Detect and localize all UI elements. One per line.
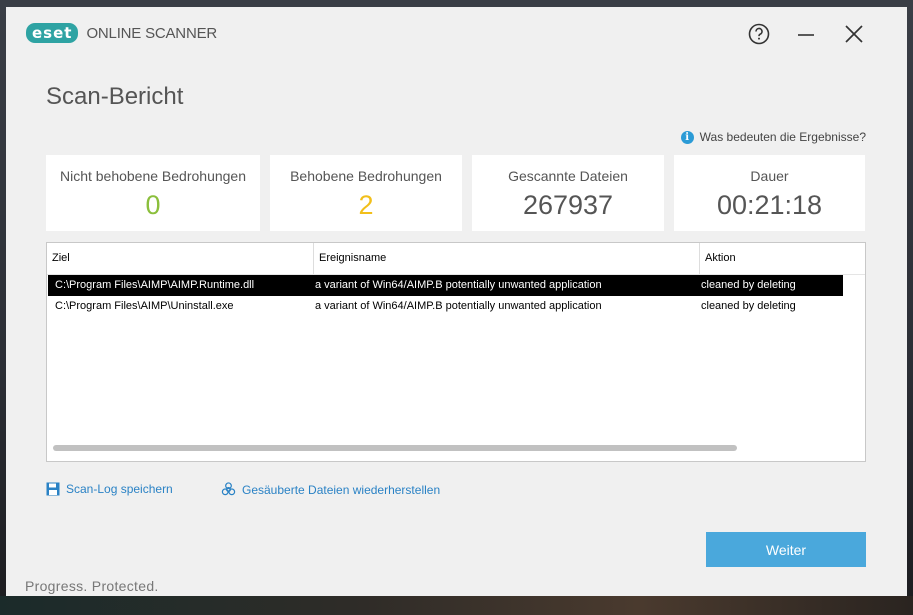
cell-ereignisname: a variant of Win64/AIMP.B potentially un… — [315, 300, 602, 312]
stat-value: 0 — [145, 190, 161, 220]
close-icon — [845, 25, 863, 43]
results-table: Ziel Ereignisname Aktion C:\Program File… — [46, 242, 866, 462]
info-icon: i — [680, 130, 694, 144]
next-button[interactable]: Weiter — [706, 532, 866, 567]
product-name: ONLINE SCANNER — [86, 24, 218, 42]
stat-label: Gescannte Dateien — [508, 168, 628, 184]
desktop-wallpaper-strip — [0, 596, 913, 615]
cell-ziel: C:\Program Files\AIMP\Uninstall.exe — [55, 300, 234, 312]
cell-ziel: C:\Program Files\AIMP\AIMP.Runtime.dll — [55, 279, 255, 291]
minimize-button[interactable] — [793, 21, 819, 47]
brand-badge: eset — [26, 23, 79, 43]
table-row[interactable]: C:\Program Files\AIMP\AIMP.Runtime.dll a… — [48, 275, 843, 296]
restore-files-label: Gesäuberte Dateien wiederherstellen — [242, 482, 441, 497]
cell-ereignisname: a variant of Win64/AIMP.B potentially un… — [315, 279, 602, 291]
column-header-aktion[interactable]: Aktion — [700, 243, 865, 274]
cell-aktion: cleaned by deleting — [701, 300, 796, 312]
stat-value: 00:21:18 — [716, 190, 823, 220]
stat-duration: Dauer 00:21:18 — [674, 155, 865, 231]
column-header-ereignisname[interactable]: Ereignisname — [314, 243, 700, 274]
horizontal-scrollbar[interactable] — [53, 445, 737, 451]
biohazard-icon — [221, 482, 236, 496]
stat-scanned-files: Gescannte Dateien 267937 — [472, 155, 664, 231]
results-help-label: Was bedeuten die Ergebnisse? — [699, 130, 866, 144]
page-title: Scan-Bericht — [46, 83, 184, 110]
results-help-link[interactable]: i Was bedeuten die Ergebnisse? — [680, 130, 866, 144]
stat-value: 2 — [358, 190, 374, 220]
save-icon — [46, 482, 60, 496]
minimize-icon — [798, 34, 814, 36]
stat-label: Dauer — [750, 168, 789, 184]
help-button[interactable] — [746, 21, 772, 47]
close-button[interactable] — [841, 21, 867, 47]
column-header-ziel[interactable]: Ziel — [47, 243, 314, 274]
save-log-label: Scan-Log speichern — [66, 482, 173, 496]
scanner-window: eset ONLINE SCANNER Scan-Bericht i Was b… — [6, 7, 907, 596]
stat-value: 267937 — [522, 190, 614, 220]
table-row[interactable]: C:\Program Files\AIMP\Uninstall.exe a va… — [48, 296, 843, 317]
cell-aktion: cleaned by deleting — [701, 279, 796, 291]
stat-label: Nicht behobene Bedrohungen — [59, 168, 247, 184]
eset-logo: eset ONLINE SCANNER — [26, 23, 217, 43]
restore-files-link[interactable]: Gesäuberte Dateien wiederherstellen — [221, 482, 440, 497]
stat-unresolved-threats: Nicht behobene Bedrohungen 0 — [46, 155, 260, 231]
table-header: Ziel Ereignisname Aktion — [47, 243, 865, 275]
slogan: Progress. Protected. — [25, 578, 159, 594]
save-log-link[interactable]: Scan-Log speichern — [46, 482, 173, 496]
stat-label: Behobene Bedrohungen — [290, 168, 442, 184]
question-icon — [748, 23, 770, 45]
stat-resolved-threats: Behobene Bedrohungen 2 — [270, 155, 462, 231]
